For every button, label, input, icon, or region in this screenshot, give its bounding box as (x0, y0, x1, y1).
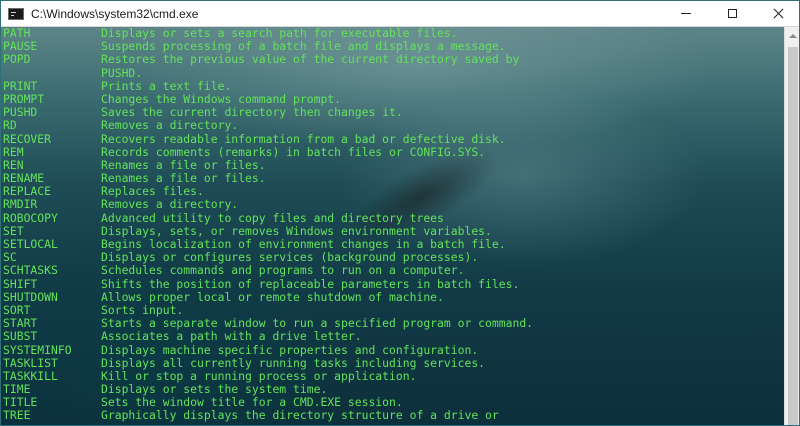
command-name: PUSHD (3, 105, 38, 120)
command-name: SYSTEMINFO (3, 342, 72, 357)
close-icon (773, 8, 784, 19)
console-output[interactable]: PATH Displays or sets a search path for e… (1, 27, 784, 425)
command-description: Shifts the position of replaceable param… (101, 276, 520, 291)
command-name: POPD (3, 52, 31, 67)
cmd-window: C:\Windows\system32\cmd.exe PATH Displays… (0, 0, 800, 426)
command-name: REM (3, 144, 24, 159)
command-description: Recovers readable information from a bad… (101, 131, 506, 146)
command-name: ROBOCOPY (3, 210, 58, 225)
command-description: PUSHD. (101, 65, 143, 80)
command-name: RD (3, 118, 17, 133)
command-description: Removes a directory. (101, 197, 239, 212)
command-description: Advanced utility to copy files and direc… (101, 210, 444, 225)
maximize-button[interactable] (709, 1, 755, 27)
minimize-icon (681, 13, 691, 14)
command-description: Removes a directory. (101, 118, 239, 133)
command-name: SUBST (3, 329, 38, 344)
console-icon[interactable] (8, 7, 24, 20)
command-name: TREE (3, 408, 31, 423)
command-name: SETLOCAL (3, 237, 58, 251)
command-description: Records comments (remarks) in batch file… (101, 144, 486, 159)
command-name: PRINT (3, 78, 38, 93)
scroll-thumb[interactable] (788, 47, 798, 425)
command-name: RECOVER (3, 131, 52, 146)
maximize-icon (727, 9, 737, 18)
command-name: SCHTASKS (3, 263, 58, 278)
title-bar[interactable]: C:\Windows\system32\cmd.exe (1, 1, 799, 27)
scroll-up-icon[interactable] (785, 27, 799, 44)
command-description: Restores the previous value of the curre… (101, 52, 520, 67)
command-name: SHIFT (3, 276, 38, 291)
command-description: Displays all currently running tasks inc… (101, 355, 486, 370)
window-title: C:\Windows\system32\cmd.exe (31, 6, 199, 21)
command-name: TASKLIST (3, 355, 58, 370)
command-description: Displays machine specific properties and… (101, 342, 479, 357)
command-description: Graphically displays the directory struc… (101, 408, 499, 423)
close-button[interactable] (755, 1, 799, 27)
command-name: RMDIR (3, 197, 38, 212)
minimize-button[interactable] (663, 1, 709, 27)
command-description: Associates a path with a drive letter. (101, 329, 362, 344)
command-description: Prints a text file. (101, 78, 232, 93)
vertical-scrollbar[interactable] (784, 27, 799, 425)
command-name: SHUTDOWN (3, 289, 58, 304)
command-description: Allows proper local or remote shutdown o… (101, 289, 444, 304)
command-description: Schedules commands and programs to run o… (101, 263, 465, 278)
